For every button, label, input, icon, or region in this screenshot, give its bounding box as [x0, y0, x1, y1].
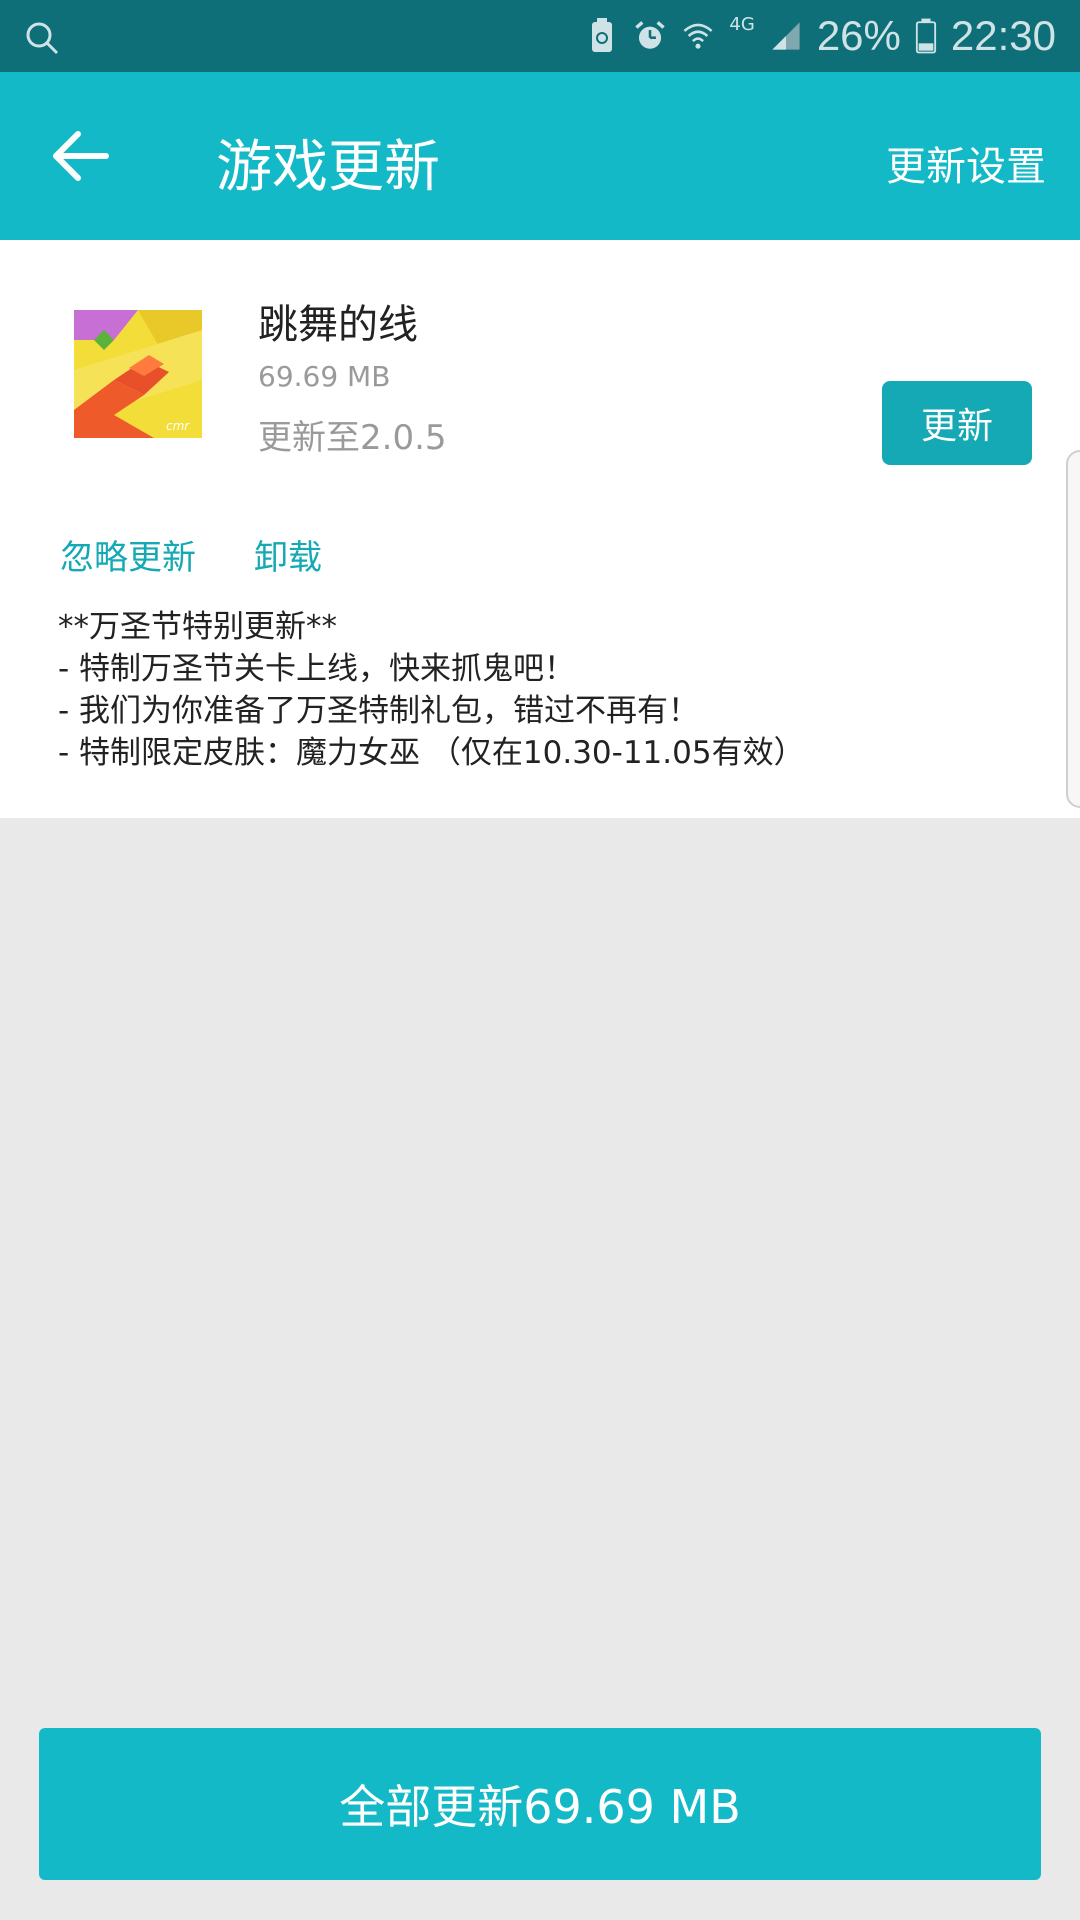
- update-settings-button[interactable]: 更新设置: [886, 134, 1046, 192]
- app-version: 更新至2.0.5: [258, 418, 447, 458]
- changelog-line: - 特制万圣节关卡上线，快来抓鬼吧！: [58, 651, 576, 687]
- page-title: 游戏更新: [216, 135, 440, 200]
- changelog: **万圣节特别更新** - 特制万圣节关卡上线，快来抓鬼吧！ - 我们为你准备了…: [58, 606, 1018, 774]
- app-bar: 游戏更新 更新设置: [0, 72, 1080, 240]
- battery-saver-icon: [592, 18, 613, 52]
- ignore-update-link[interactable]: 忽略更新: [60, 530, 196, 579]
- svg-text:cmr: cmr: [166, 419, 190, 433]
- network-type-label: 4G: [729, 13, 755, 35]
- uninstall-link[interactable]: 卸载: [254, 530, 322, 579]
- update-button[interactable]: 更新: [882, 381, 1032, 465]
- action-links: 忽略更新 卸载: [60, 530, 322, 579]
- update-all-button[interactable]: 全部更新69.69 MB: [39, 1728, 1041, 1880]
- battery-icon: [915, 18, 936, 54]
- battery-percent: 26%: [816, 12, 901, 59]
- alarm-icon: [635, 21, 666, 49]
- changelog-line: - 我们为你准备了万圣特制礼包，错过不再有！: [58, 693, 700, 729]
- clock: 22:30: [950, 12, 1056, 59]
- app-name: 跳舞的线: [258, 302, 418, 348]
- app-size: 69.69 MB: [258, 360, 391, 393]
- app-icon[interactable]: cmr: [74, 310, 202, 438]
- status-bar: 4G 26% 22:30: [0, 0, 1080, 72]
- app-update-card: cmr 跳舞的线 69.69 MB 更新至2.0.5 更新 忽略更新 卸载 **…: [0, 240, 1080, 818]
- arrow-left-icon[interactable]: [46, 124, 118, 188]
- wifi-icon: [683, 23, 713, 49]
- changelog-line: - 特制限定皮肤：魔力女巫 （仅在10.30-11.05有效）: [58, 735, 805, 771]
- edge-panel-handle[interactable]: [1066, 450, 1080, 808]
- search-icon[interactable]: [22, 18, 62, 58]
- status-right: 4G 26% 22:30: [585, 0, 1056, 72]
- signal-icon: [772, 22, 800, 50]
- changelog-line: **万圣节特别更新**: [58, 609, 337, 645]
